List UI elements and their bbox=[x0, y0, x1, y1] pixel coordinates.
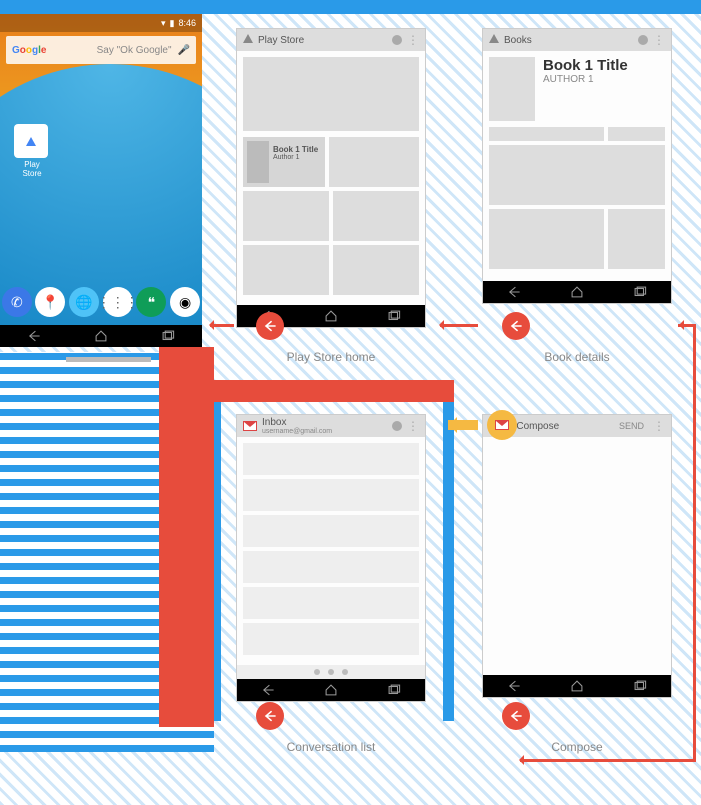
back-highlight-books bbox=[502, 312, 530, 340]
nav-recents-icon[interactable] bbox=[633, 679, 647, 693]
google-search-bar[interactable]: Google Say "Ok Google" 🎤 bbox=[6, 36, 196, 64]
book-title: Book 1 Title bbox=[543, 57, 628, 74]
overflow-menu-icon[interactable]: ⋮ bbox=[653, 34, 665, 46]
nav-home-icon[interactable] bbox=[94, 329, 108, 343]
card-placeholder bbox=[333, 191, 419, 241]
books-caption: Book details bbox=[482, 350, 672, 364]
gmail-icon bbox=[495, 420, 509, 430]
gmail-highlight-badge bbox=[487, 410, 517, 440]
phone-home-screen: ▾ ▮ 8:46 Google Say "Ok Google" 🎤 Play S… bbox=[0, 14, 202, 347]
nav-home-icon[interactable] bbox=[324, 309, 338, 323]
play-store-app-icon[interactable]: Play Store bbox=[14, 124, 50, 172]
play-store-icon bbox=[243, 34, 253, 46]
search-hint: Say "Ok Google" bbox=[97, 45, 172, 56]
back-highlight-compose bbox=[502, 702, 530, 730]
mock-nav-bar bbox=[483, 281, 671, 303]
nav-back-icon[interactable] bbox=[27, 329, 41, 343]
book-card-title: Book 1 Title bbox=[273, 145, 318, 154]
apps-icon[interactable]: ⋮⋮⋮ bbox=[103, 287, 133, 317]
overflow-menu-icon[interactable]: ⋮ bbox=[407, 34, 419, 46]
placeholder bbox=[489, 127, 604, 141]
browser-icon[interactable]: 🌐 bbox=[69, 287, 99, 317]
book-thumb bbox=[247, 141, 269, 183]
placeholder bbox=[489, 209, 604, 269]
compose-body[interactable] bbox=[483, 437, 671, 675]
compose-caption: Compose bbox=[482, 740, 672, 754]
compose-header-title: Compose bbox=[516, 421, 614, 432]
hangouts-icon[interactable]: ❝ bbox=[136, 287, 166, 317]
main-flow-red-block-top bbox=[159, 380, 454, 402]
google-logo: Google bbox=[12, 45, 46, 56]
app-icon-label: Play Store bbox=[22, 160, 41, 178]
phone-icon[interactable]: ✆ bbox=[2, 287, 32, 317]
compose-mock: ‹ Compose SEND ⋮ bbox=[482, 414, 672, 698]
play-store-caption: Play Store home bbox=[236, 350, 426, 364]
play-store-header: Play Store ⋮ bbox=[237, 29, 425, 51]
flow-arrow bbox=[210, 324, 234, 327]
nav-home-icon[interactable] bbox=[570, 679, 584, 693]
card-placeholder bbox=[243, 191, 329, 241]
books-mock: Books ⋮ Book 1 Title AUTHOR 1 bbox=[482, 28, 672, 304]
back-highlight-inbox bbox=[256, 702, 284, 730]
send-button[interactable]: SEND bbox=[619, 421, 644, 431]
main-flow-red-block bbox=[159, 347, 214, 727]
play-store-body: Book 1 Title Author 1 bbox=[237, 51, 425, 305]
books-header: Books ⋮ bbox=[483, 29, 671, 51]
system-nav-bar bbox=[0, 325, 202, 347]
mock-nav-bar bbox=[483, 675, 671, 697]
flow-connector bbox=[520, 759, 696, 762]
placeholder bbox=[489, 145, 665, 205]
maps-icon[interactable]: 📍 bbox=[35, 287, 65, 317]
header-dot-icon[interactable] bbox=[638, 35, 648, 45]
inbox-caption: Conversation list bbox=[236, 740, 426, 754]
nav-back-icon[interactable] bbox=[507, 285, 521, 299]
top-blue-bar bbox=[0, 0, 701, 14]
nav-recents-icon[interactable] bbox=[633, 285, 647, 299]
book-cover bbox=[489, 57, 535, 121]
wifi-icon: ▾ bbox=[161, 18, 166, 29]
card-placeholder bbox=[329, 137, 419, 187]
placeholder bbox=[608, 127, 665, 141]
mic-icon[interactable]: 🎤 bbox=[178, 45, 190, 56]
hero-placeholder bbox=[243, 57, 419, 131]
flow-arrow bbox=[680, 324, 694, 327]
card-placeholder bbox=[333, 245, 419, 295]
status-time: 8:46 bbox=[178, 18, 196, 28]
header-dot-icon[interactable] bbox=[392, 35, 402, 45]
phone-speaker-bar bbox=[66, 357, 151, 362]
signal-icon: ▮ bbox=[170, 18, 175, 29]
flow-arrow bbox=[440, 324, 478, 327]
books-header-title: Books bbox=[504, 35, 633, 46]
nav-home-icon[interactable] bbox=[570, 285, 584, 299]
overflow-menu-icon[interactable]: ⋮ bbox=[653, 420, 665, 432]
chrome-icon[interactable]: ◉ bbox=[170, 287, 200, 317]
dock: ✆ 📍 🌐 ⋮⋮⋮ ❝ ◉ bbox=[0, 281, 202, 323]
back-highlight-play-store bbox=[256, 312, 284, 340]
flow-arrowhead bbox=[514, 755, 524, 765]
books-icon bbox=[489, 34, 499, 46]
nav-back-icon[interactable] bbox=[507, 679, 521, 693]
card-placeholder bbox=[243, 245, 329, 295]
books-body: Book 1 Title AUTHOR 1 bbox=[483, 51, 671, 281]
play-store-mock: Play Store ⋮ Book 1 Title Author 1 bbox=[236, 28, 426, 328]
book-author: AUTHOR 1 bbox=[543, 74, 628, 85]
placeholder bbox=[608, 209, 665, 269]
book-card-author: Author 1 bbox=[273, 154, 318, 161]
play-store-title: Play Store bbox=[258, 35, 387, 46]
flow-connector bbox=[678, 324, 696, 762]
nav-recents-icon[interactable] bbox=[387, 309, 401, 323]
status-bar: ▾ ▮ 8:46 bbox=[0, 14, 202, 32]
gold-arrow bbox=[448, 420, 478, 430]
nav-recents-icon[interactable] bbox=[161, 329, 175, 343]
book-card[interactable]: Book 1 Title Author 1 bbox=[243, 137, 325, 187]
blue-frame bbox=[210, 391, 454, 721]
